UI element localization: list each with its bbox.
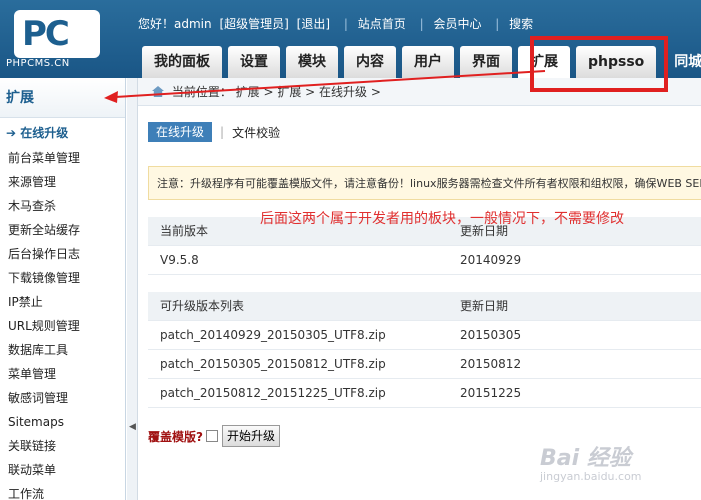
- arrow-head: [104, 91, 118, 103]
- watermark: Bai 经验: [540, 446, 631, 471]
- watermark-url: jingyan.baidu.com: [540, 470, 642, 483]
- arrow-line: [114, 70, 546, 98]
- annotation-arrow: [104, 70, 546, 103]
